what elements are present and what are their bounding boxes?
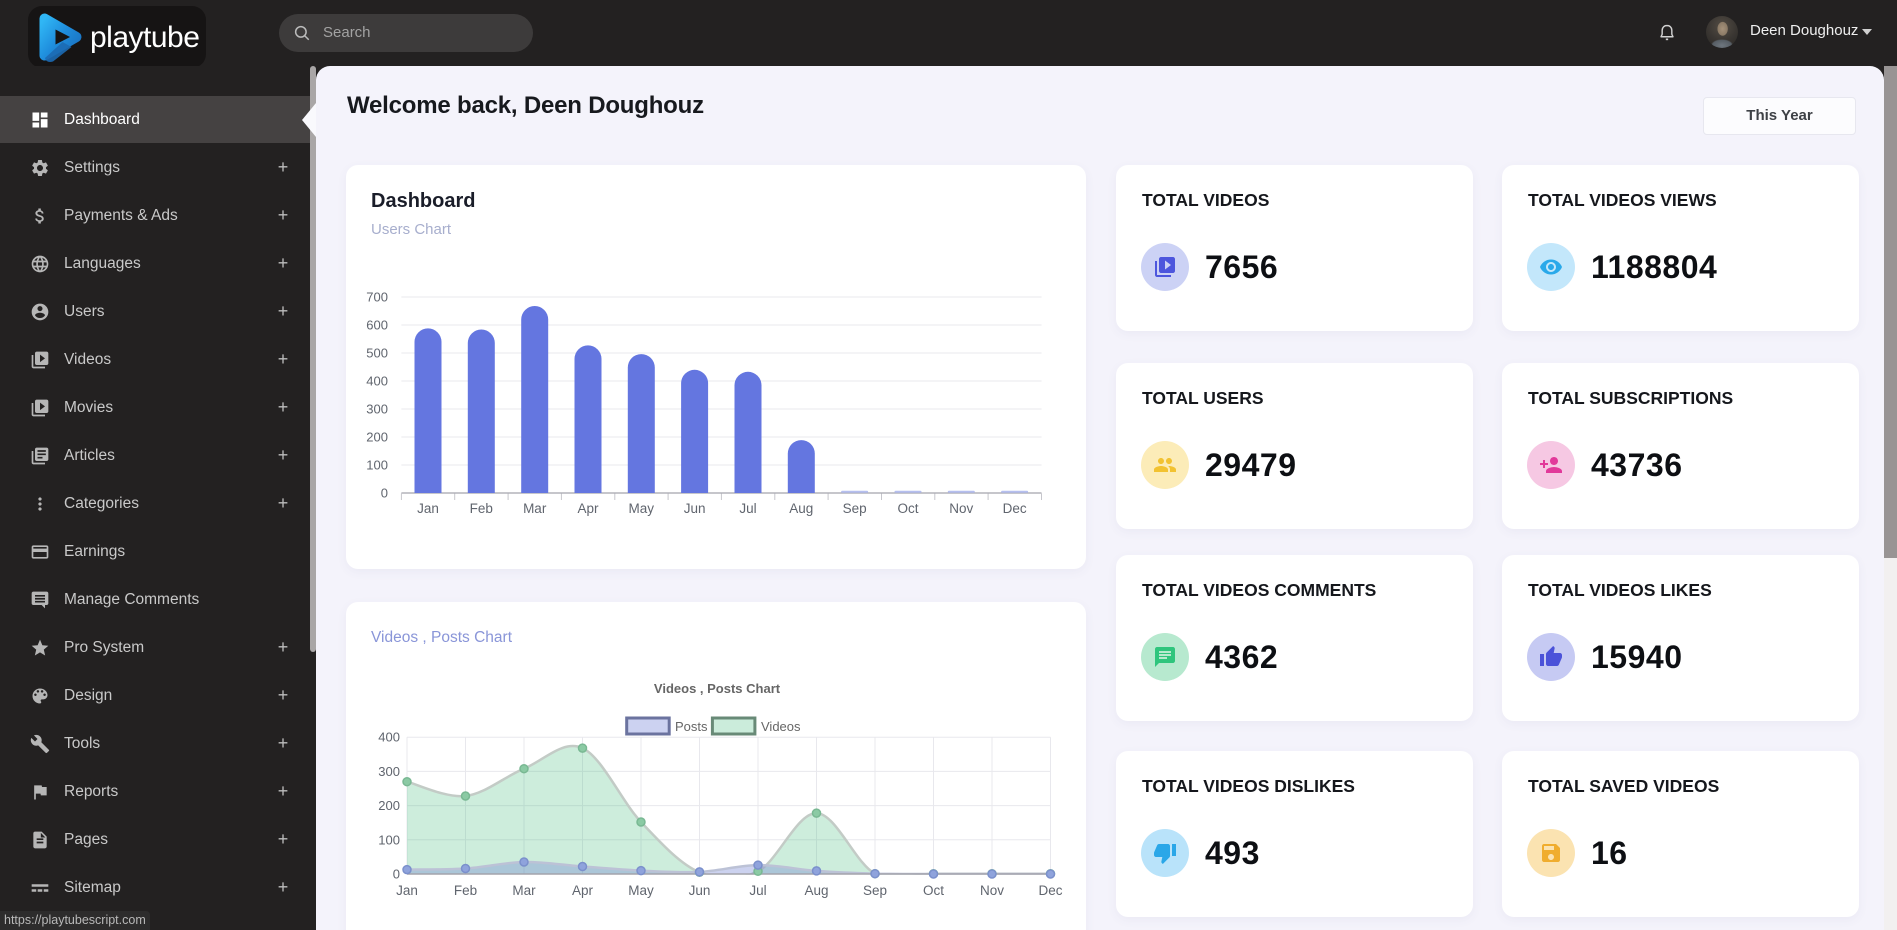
svg-text:Sep: Sep	[863, 883, 887, 898]
svg-text:May: May	[628, 883, 654, 898]
svg-text:Posts: Posts	[675, 719, 708, 734]
svg-text:700: 700	[366, 290, 388, 305]
svg-text:400: 400	[378, 730, 400, 745]
svg-text:Oct: Oct	[923, 883, 944, 898]
svg-text:Jan: Jan	[396, 883, 418, 898]
svg-text:300: 300	[378, 764, 400, 779]
svg-text:Videos , Posts Chart: Videos , Posts Chart	[654, 681, 781, 696]
svg-text:Nov: Nov	[980, 883, 1004, 898]
svg-text:Jun: Jun	[684, 501, 706, 516]
svg-text:Dec: Dec	[1038, 883, 1062, 898]
svg-text:May: May	[629, 501, 655, 516]
svg-text:Nov: Nov	[949, 501, 973, 516]
svg-text:200: 200	[366, 430, 388, 445]
svg-text:Oct: Oct	[897, 501, 918, 516]
svg-text:500: 500	[366, 346, 388, 361]
svg-text:100: 100	[378, 832, 400, 847]
svg-text:Jan: Jan	[417, 501, 439, 516]
svg-text:Mar: Mar	[523, 501, 547, 516]
svg-text:400: 400	[366, 374, 388, 389]
svg-text:Jul: Jul	[739, 501, 756, 516]
svg-text:Mar: Mar	[512, 883, 536, 898]
svg-text:100: 100	[366, 458, 388, 473]
svg-text:Aug: Aug	[804, 883, 828, 898]
svg-text:Feb: Feb	[454, 883, 477, 898]
svg-text:Jul: Jul	[749, 883, 766, 898]
svg-text:Jun: Jun	[689, 883, 711, 898]
svg-text:Videos: Videos	[761, 719, 801, 734]
svg-text:Apr: Apr	[572, 883, 594, 898]
svg-text:200: 200	[378, 798, 400, 813]
svg-text:Aug: Aug	[789, 501, 813, 516]
svg-text:600: 600	[366, 318, 388, 333]
svg-text:Dec: Dec	[1003, 501, 1027, 516]
svg-text:0: 0	[381, 486, 388, 501]
svg-text:0: 0	[393, 867, 400, 882]
svg-text:Sep: Sep	[843, 501, 867, 516]
svg-text:300: 300	[366, 402, 388, 417]
svg-text:Apr: Apr	[577, 501, 599, 516]
svg-text:Feb: Feb	[470, 501, 493, 516]
